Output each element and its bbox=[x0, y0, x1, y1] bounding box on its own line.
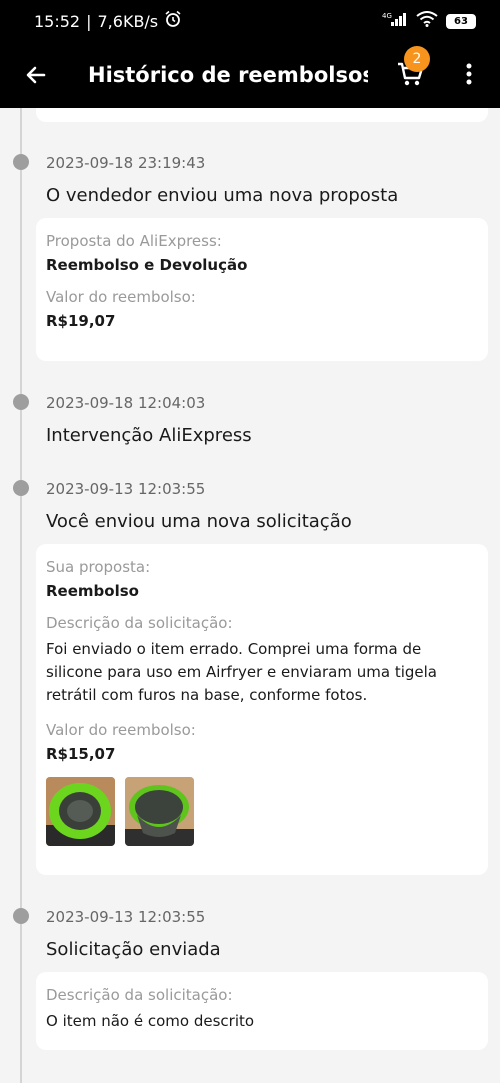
back-button[interactable] bbox=[16, 55, 56, 95]
field-label: Descrição da solicitação: bbox=[46, 614, 233, 632]
entry-card: Descrição da solicitação: O item não é c… bbox=[36, 972, 488, 1050]
photo-list bbox=[46, 777, 478, 846]
entry-card: Sua proposta: Reembolso Descrição da sol… bbox=[36, 544, 488, 875]
field-value: Reembolso e Devolução bbox=[46, 256, 248, 274]
entry-card: Proposta do AliExpress: Reembolso e Devo… bbox=[36, 218, 488, 361]
timeline-dot bbox=[13, 394, 29, 410]
photo-green-colander-top[interactable] bbox=[46, 777, 115, 846]
more-vertical-icon bbox=[466, 63, 472, 85]
previous-card-edge bbox=[36, 108, 488, 122]
timeline-dot bbox=[13, 480, 29, 496]
signal-icon: 4G bbox=[382, 11, 408, 31]
arrow-left-icon bbox=[26, 66, 46, 84]
timeline-dot bbox=[13, 908, 29, 924]
entry-title: Solicitação enviada bbox=[46, 939, 221, 960]
field-label: Sua proposta: bbox=[46, 558, 151, 576]
field-label: Valor do reembolso: bbox=[46, 721, 196, 739]
status-time: 15:52 bbox=[34, 11, 81, 31]
entry-date: 2023-09-18 12:04:03 bbox=[46, 394, 206, 412]
entry-date: 2023-09-13 12:03:55 bbox=[46, 908, 206, 926]
entry-title: Intervenção AliExpress bbox=[46, 425, 252, 446]
page-title: Histórico de reembolsos... bbox=[88, 63, 368, 87]
timeline-dot bbox=[13, 154, 29, 170]
alarm-icon bbox=[164, 10, 182, 32]
network-type: 4G bbox=[382, 12, 392, 20]
field-label: Descrição da solicitação: bbox=[46, 986, 233, 1004]
timeline-line bbox=[20, 108, 22, 1083]
field-value: Reembolso bbox=[46, 582, 139, 600]
entry-title: Você enviou uma nova solicitação bbox=[46, 511, 352, 532]
cart-count-badge: 2 bbox=[404, 46, 430, 72]
entry-date: 2023-09-18 23:19:43 bbox=[46, 154, 206, 172]
photo-green-colander-side[interactable] bbox=[125, 777, 194, 846]
field-label: Proposta do AliExpress: bbox=[46, 232, 222, 250]
request-description: O item não é como descrito bbox=[46, 1012, 255, 1030]
status-bar: 15:52 | 7,6KB/s 4G 63 bbox=[0, 0, 500, 42]
entry-date: 2023-09-13 12:03:55 bbox=[46, 480, 206, 498]
app-bar: Histórico de reembolsos... 2 bbox=[0, 42, 500, 108]
wifi-icon bbox=[416, 11, 438, 31]
refund-amount: R$15,07 bbox=[46, 745, 116, 763]
more-options-button[interactable] bbox=[454, 54, 484, 94]
request-description: Foi enviado o item errado. Comprei uma f… bbox=[46, 640, 437, 704]
refund-history-timeline[interactable]: 2023-09-18 23:19:43 O vendedor enviou um… bbox=[0, 108, 500, 1083]
status-speed: 7,6KB/s bbox=[97, 11, 159, 31]
refund-amount: R$19,07 bbox=[46, 312, 116, 330]
battery-icon: 63 bbox=[446, 13, 476, 29]
field-label: Valor do reembolso: bbox=[46, 288, 196, 306]
entry-title: O vendedor enviou uma nova proposta bbox=[46, 185, 399, 206]
